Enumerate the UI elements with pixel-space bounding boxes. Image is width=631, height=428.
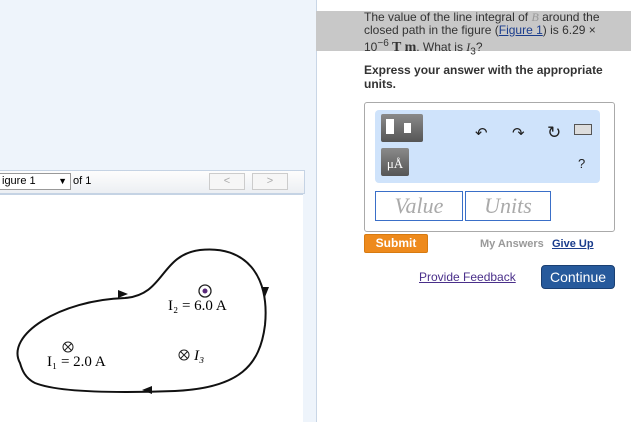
figure-toolbar: igure 1 ▼ of 1 < >	[0, 170, 305, 194]
q-text: . What is	[416, 40, 467, 54]
q-exponent: −6	[377, 38, 389, 49]
dropdown-arrow-icon: ▼	[58, 176, 67, 186]
provide-feedback-link[interactable]: Provide Feedback	[419, 270, 516, 284]
b-vector: B	[531, 10, 539, 24]
next-figure-button[interactable]: >	[252, 173, 288, 190]
figure-select[interactable]: igure 1 ▼	[0, 173, 71, 190]
instruction: Express your answer with the appropriate…	[364, 63, 603, 91]
units-button[interactable]: μÅ	[381, 148, 409, 176]
math-toolbar: μÅ ↶ ↷ ↻ ?	[375, 110, 600, 183]
current-in-icon-3	[178, 349, 190, 361]
arrow-down-icon	[261, 287, 269, 297]
undo-icon[interactable]: ↶	[475, 124, 488, 142]
figure-link[interactable]: Figure 1	[499, 23, 543, 37]
q-text: The value of the line integral of	[364, 10, 532, 24]
keyboard-icon[interactable]	[574, 124, 592, 135]
arrow-right-icon	[118, 290, 128, 298]
my-answers-link[interactable]: My Answers	[480, 238, 544, 250]
continue-button[interactable]: Continue	[541, 265, 615, 289]
figure-panel: igure 1 ▼ of 1 < > I₂ = 6.0 A I₁ = 2.0 A …	[0, 0, 317, 423]
help-button[interactable]: ?	[578, 156, 585, 171]
units-input[interactable]: Units	[465, 191, 551, 221]
current-in-icon-1	[62, 341, 74, 353]
i1-label: I₁ = 2.0 A	[47, 354, 106, 370]
i2-label: I₂ = 6.0 A	[168, 298, 227, 314]
figure-count: of 1	[73, 175, 92, 187]
redo-icon[interactable]: ↷	[512, 124, 525, 142]
give-up-link[interactable]: Give Up	[552, 238, 594, 250]
question-text: The value of the line integral of B arou…	[364, 11, 614, 58]
figure-image: I₂ = 6.0 A I₁ = 2.0 A I₃	[0, 194, 303, 423]
templates-button[interactable]	[381, 114, 423, 142]
reset-icon[interactable]: ↻	[547, 123, 561, 143]
submit-button[interactable]: Submit	[364, 234, 428, 253]
q-units: T m	[388, 40, 417, 55]
figure-select-value: igure 1	[2, 175, 36, 187]
q-text: ?	[475, 40, 483, 54]
prev-figure-button[interactable]: <	[209, 173, 245, 190]
value-input[interactable]: Value	[375, 191, 463, 221]
i3-label: I₃	[194, 348, 205, 364]
answer-box: μÅ ↶ ↷ ↻ ? Value Units	[364, 102, 615, 232]
closed-path-diagram	[16, 248, 269, 394]
